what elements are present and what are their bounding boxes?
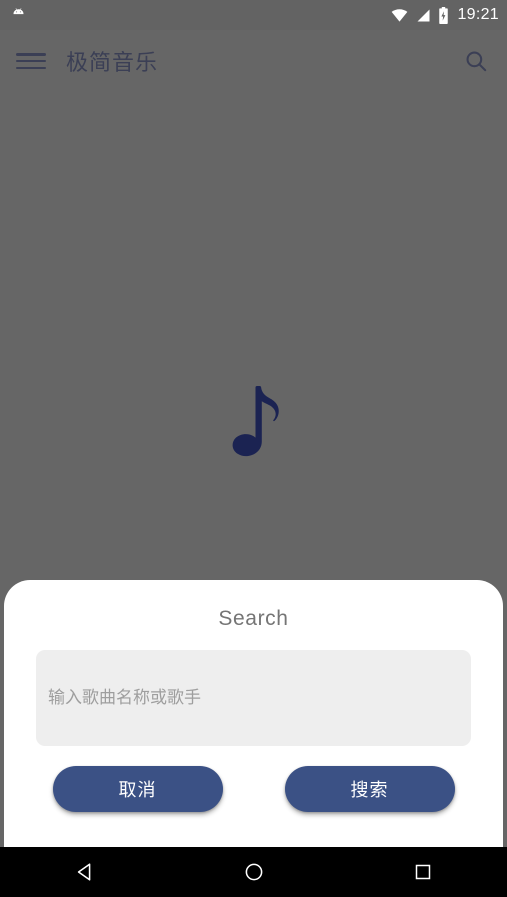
back-button[interactable] (55, 847, 115, 897)
music-note-icon (232, 385, 279, 456)
home-circle-icon (245, 863, 262, 881)
home-button[interactable] (224, 847, 284, 897)
wifi-icon (392, 8, 408, 22)
hamburger-line (16, 66, 46, 69)
search-input-container[interactable] (36, 650, 471, 746)
back-triangle-icon (77, 863, 90, 881)
search-dialog: Search 取消 搜索 (4, 580, 503, 847)
phone-screen: 19:21 极简音乐 Search 取消 搜索 (0, 0, 507, 897)
android-robot-icon (13, 7, 24, 14)
recents-square-icon (415, 864, 430, 880)
cellular-signal-icon (417, 9, 430, 21)
status-bar: 19:21 (0, 0, 507, 30)
recents-button[interactable] (393, 847, 453, 897)
android-nav-bar (0, 847, 507, 897)
hamburger-line (16, 53, 46, 56)
app-bar: 极简音乐 (0, 30, 507, 92)
search-icon[interactable] (461, 46, 491, 76)
cancel-button[interactable]: 取消 (52, 766, 223, 812)
search-submit-button[interactable]: 搜索 (284, 766, 455, 812)
dialog-title: Search (218, 607, 289, 630)
app-title: 极简音乐 (66, 51, 159, 76)
dialog-actions: 取消 搜索 (4, 766, 503, 812)
status-system-icons: 19:21 (390, 6, 499, 24)
hamburger-line (16, 59, 46, 63)
battery-charging-icon (439, 6, 449, 24)
status-clock: 19:21 (457, 6, 499, 23)
search-input[interactable] (48, 688, 459, 708)
status-notifications (10, 7, 27, 24)
search-glyph (466, 51, 487, 72)
hamburger-menu-icon[interactable] (16, 50, 46, 72)
